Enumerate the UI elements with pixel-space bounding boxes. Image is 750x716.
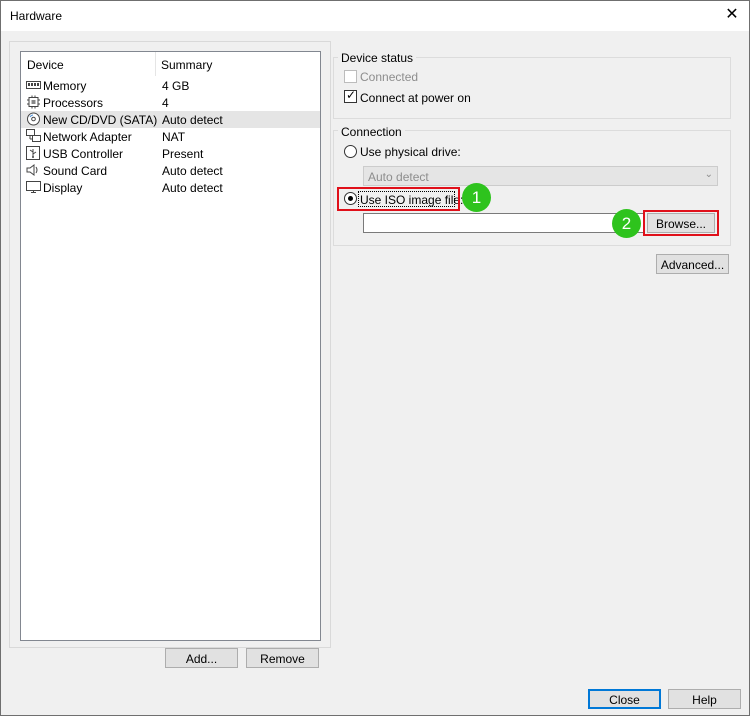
- device-status-group: [333, 57, 731, 119]
- advanced-button[interactable]: Advanced...: [656, 254, 729, 274]
- highlight-box-browse: [643, 210, 719, 236]
- connect-at-power-on-checkbox[interactable]: ✓: [344, 88, 357, 103]
- checkmark-icon: ✓: [346, 88, 357, 102]
- network-adapter-icon: [26, 129, 41, 142]
- column-separator[interactable]: [155, 52, 156, 76]
- speaker-icon: [26, 164, 38, 176]
- device-row-cd-dvd[interactable]: New CD/DVD (SATA) Auto detect: [21, 111, 320, 128]
- device-row-network-adapter[interactable]: Network Adapter NAT: [21, 128, 320, 145]
- device-name: Memory: [43, 79, 87, 93]
- device-summary: 4: [162, 96, 169, 110]
- title-bar: Hardware ✕: [1, 1, 749, 31]
- help-button[interactable]: Help: [668, 689, 741, 709]
- device-summary: 4 GB: [162, 79, 190, 93]
- step-badge-2: 2: [612, 209, 641, 238]
- highlight-box-iso-option: [337, 187, 460, 211]
- close-button[interactable]: Close: [588, 689, 661, 709]
- column-header-summary[interactable]: Summary: [161, 58, 212, 72]
- use-physical-drive-label: Use physical drive:: [360, 145, 461, 159]
- device-name: Display: [43, 181, 83, 195]
- device-summary: Present: [162, 147, 204, 161]
- step-badge-1: 1: [462, 183, 491, 212]
- device-status-label: Device status: [338, 51, 417, 65]
- device-name: USB Controller: [43, 147, 124, 161]
- use-physical-drive-radio[interactable]: [344, 145, 357, 158]
- monitor-icon: [26, 181, 41, 193]
- usb-icon: [26, 146, 40, 160]
- processor-icon: [27, 95, 40, 109]
- device-row-memory[interactable]: Memory 4 GB: [21, 77, 320, 94]
- device-row-usb-controller[interactable]: USB Controller Present: [21, 145, 320, 162]
- connection-label: Connection: [338, 125, 405, 139]
- cd-dvd-icon: [27, 112, 40, 126]
- device-summary: Auto detect: [162, 164, 223, 178]
- device-row-processors[interactable]: Processors 4: [21, 94, 320, 111]
- memory-icon: [26, 81, 41, 89]
- device-row-sound-card[interactable]: Sound Card Auto detect: [21, 162, 320, 179]
- device-summary: NAT: [162, 130, 186, 144]
- chevron-down-icon: ⌄: [704, 169, 713, 180]
- iso-path-input[interactable]: [363, 213, 645, 233]
- connected-checkbox[interactable]: [344, 70, 357, 83]
- connected-label: Connected: [360, 70, 419, 84]
- device-summary: Auto detect: [162, 181, 223, 195]
- device-name: Network Adapter: [43, 130, 132, 144]
- device-summary: Auto detect: [162, 113, 223, 127]
- connect-at-power-on-label: Connect at power on: [360, 91, 471, 105]
- remove-device-button[interactable]: Remove: [246, 648, 319, 668]
- device-name: Sound Card: [43, 164, 108, 178]
- physical-drive-value: Auto detect: [368, 170, 429, 184]
- device-list-header: Device Summary: [21, 52, 320, 76]
- device-name: Processors: [43, 96, 104, 110]
- add-device-button[interactable]: Add...: [165, 648, 238, 668]
- device-list[interactable]: Device Summary Memory 4 GB Processors 4 …: [20, 51, 321, 641]
- close-window-icon[interactable]: ✕: [719, 3, 745, 27]
- physical-drive-select[interactable]: Auto detect ⌄: [363, 166, 718, 186]
- device-name: New CD/DVD (SATA): [43, 113, 158, 127]
- window-title: Hardware: [10, 9, 63, 23]
- column-header-device[interactable]: Device: [27, 58, 64, 72]
- device-row-display[interactable]: Display Auto detect: [21, 179, 320, 196]
